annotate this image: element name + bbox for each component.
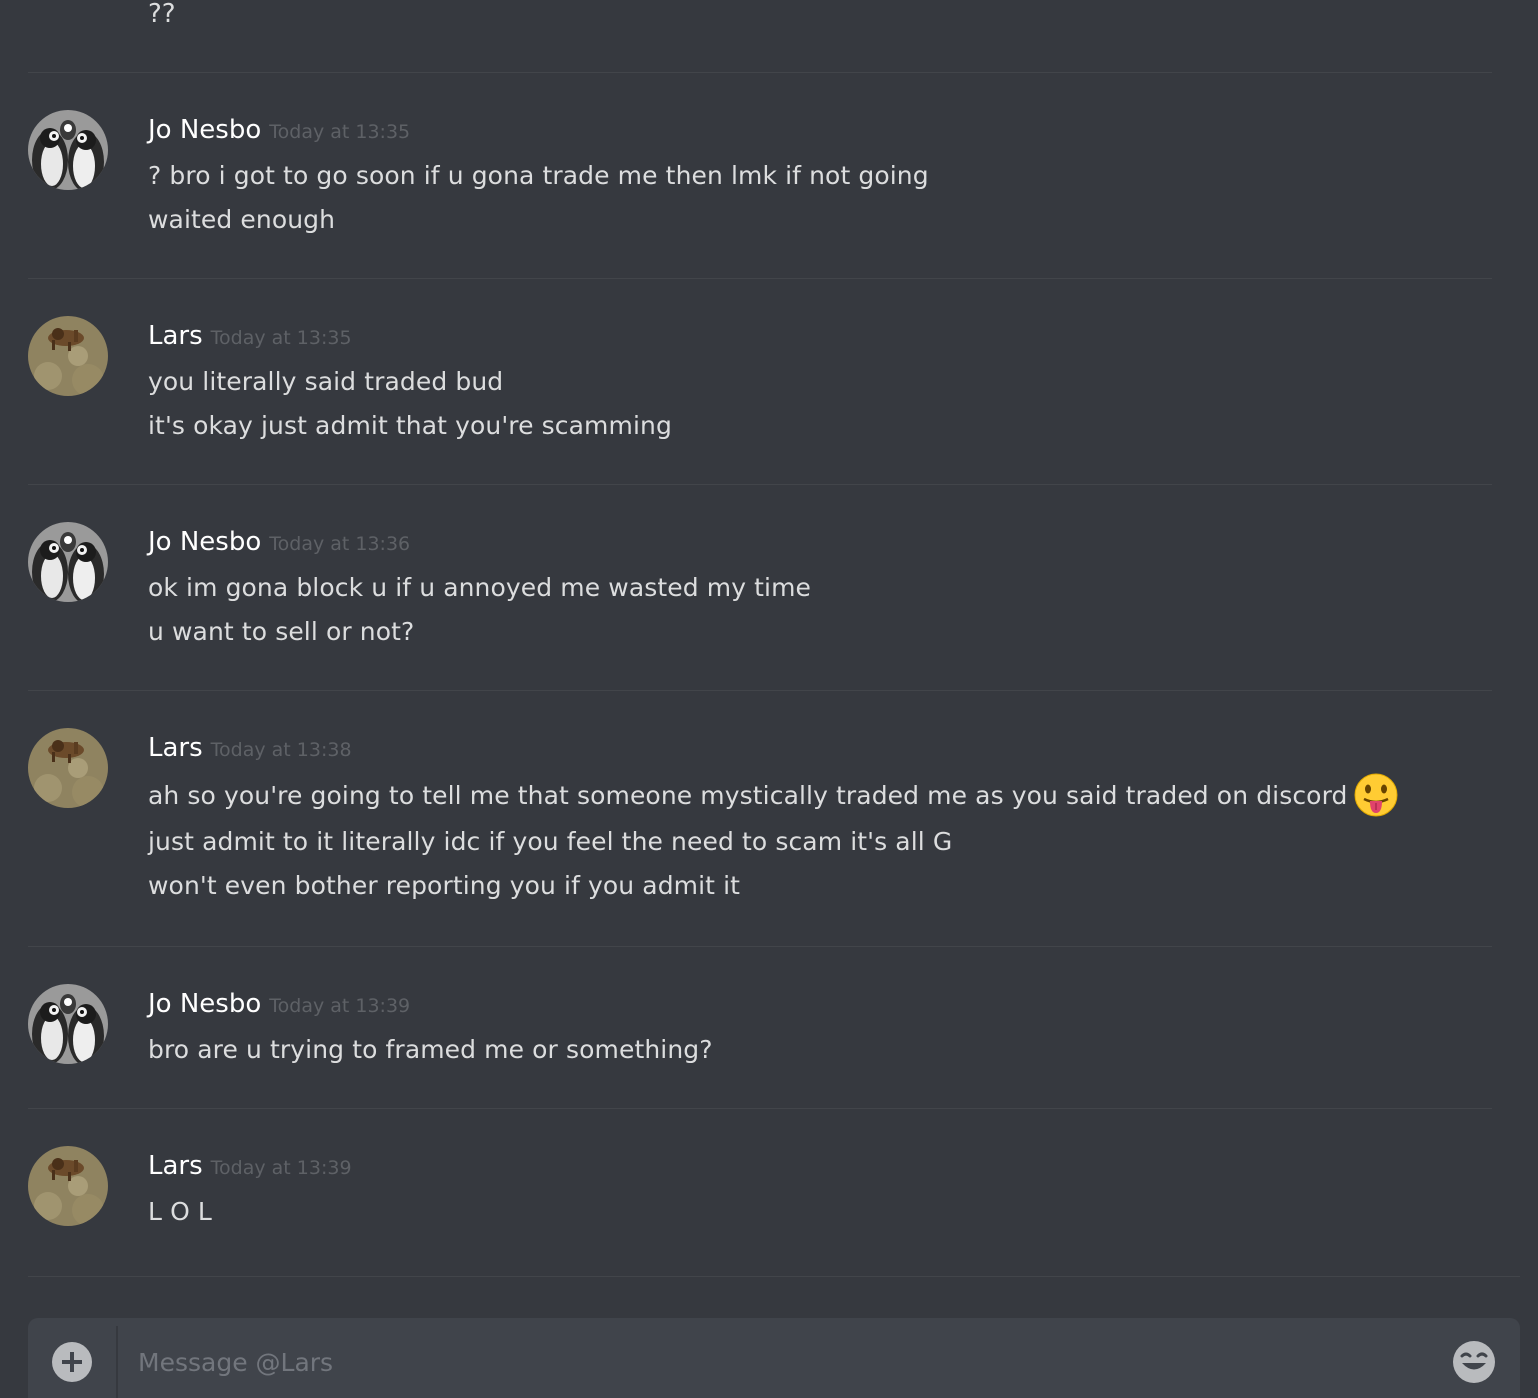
message-header: Jo Nesbo Today at 13:36 (148, 522, 811, 566)
penguins-avatar-image (28, 984, 108, 1064)
message-line: ok im gona block u if u annoyed me waste… (148, 573, 812, 602)
username[interactable]: Lars (148, 733, 203, 763)
message-divider (28, 278, 1492, 279)
message-line: L O L (148, 1197, 212, 1226)
username[interactable]: Jo Nesbo (148, 115, 261, 145)
message-body: Jo Nesbo Today at 13:36 ok im gona block … (148, 522, 811, 654)
message-header: Lars Today at 13:38 (148, 728, 1398, 772)
message-divider (28, 1108, 1492, 1109)
timestamp: Today at 13:35 (269, 121, 411, 143)
message-line: waited enough (148, 205, 336, 234)
message-header: Jo Nesbo Today at 13:35 (148, 110, 929, 154)
timestamp: Today at 13:35 (210, 327, 352, 349)
penguins-avatar-image (28, 522, 108, 602)
username[interactable]: Jo Nesbo (148, 527, 261, 557)
message-line: ah so you're going to tell me that someo… (148, 772, 1398, 820)
dog-avatar-image (28, 316, 108, 396)
avatar[interactable] (28, 316, 108, 396)
dog-avatar-image (28, 1146, 108, 1226)
message-composer (28, 1318, 1520, 1398)
message-line: bro are u trying to framed me or somethi… (148, 1035, 713, 1064)
message-line: u want to sell or not? (148, 617, 415, 646)
message-body: Jo Nesbo Today at 13:39 bro are u trying … (148, 984, 713, 1072)
message-line: won't even bother reporting you if you a… (148, 871, 741, 900)
username[interactable]: Lars (148, 1151, 203, 1181)
message-header: Lars Today at 13:35 (148, 316, 672, 360)
message-body: Jo Nesbo Today at 13:35 ? bro i got to go… (148, 110, 929, 242)
penguins-avatar-image (28, 110, 108, 190)
chat-messages: ?? Jo Nesbo Today at 13:35 ? bro i got to… (0, 0, 1538, 1398)
message-line: just admit to it literally idc if you fe… (148, 827, 953, 856)
message-divider (28, 1276, 1520, 1277)
tongue-out-emoji (1354, 773, 1398, 817)
emoji-picker-icon[interactable] (1452, 1340, 1496, 1384)
composer-separator (116, 1326, 118, 1398)
timestamp: Today at 13:39 (210, 1157, 352, 1179)
message-divider (28, 690, 1492, 691)
dog-avatar-image (28, 728, 108, 808)
plus-circle-icon[interactable] (52, 1342, 92, 1382)
message-divider (28, 72, 1492, 73)
message-body: Lars Today at 13:38 ah so you're going to… (148, 728, 1398, 908)
message-line: you literally said traded bud (148, 367, 504, 396)
avatar[interactable] (28, 984, 108, 1064)
timestamp: Today at 13:36 (269, 533, 411, 555)
message-text: ah so you're going to tell me that someo… (148, 781, 1348, 810)
username[interactable]: Jo Nesbo (148, 989, 261, 1019)
message-input[interactable] (138, 1340, 1438, 1384)
previous-message-fragment: ?? (148, 0, 176, 29)
message-header: Lars Today at 13:39 (148, 1146, 352, 1190)
message-body: Lars Today at 13:35 you literally said tr… (148, 316, 672, 448)
message-divider (28, 484, 1492, 485)
message-header: Jo Nesbo Today at 13:39 (148, 984, 713, 1028)
username[interactable]: Lars (148, 321, 203, 351)
avatar[interactable] (28, 522, 108, 602)
message-divider (28, 946, 1492, 947)
avatar[interactable] (28, 728, 108, 808)
message-line: it's okay just admit that you're scammin… (148, 411, 672, 440)
avatar[interactable] (28, 110, 108, 190)
avatar[interactable] (28, 1146, 108, 1226)
message-line: ? bro i got to go soon if u gona trade m… (148, 161, 929, 190)
timestamp: Today at 13:38 (210, 739, 352, 761)
timestamp: Today at 13:39 (269, 995, 411, 1017)
message-body: Lars Today at 13:39 L O L (148, 1146, 352, 1234)
